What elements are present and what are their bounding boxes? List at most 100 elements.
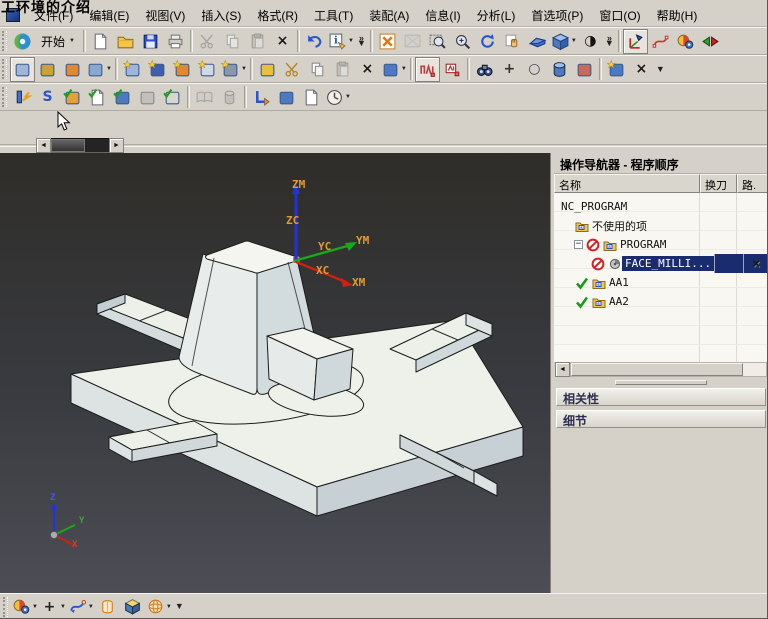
pan-view-button[interactable] <box>500 29 525 54</box>
tree-expander-icon[interactable]: − <box>574 240 583 249</box>
column-header-path[interactable]: 路. <box>737 174 768 193</box>
workpiece-clock-button[interactable]: ▼ <box>324 85 352 110</box>
delete-button[interactable]: × <box>270 29 295 54</box>
menu-装配(A)[interactable]: 装配(A) <box>361 7 417 25</box>
method-view-button[interactable] <box>572 57 597 82</box>
zoom-pane-button[interactable] <box>400 29 425 54</box>
chevron-down-icon[interactable]: ▼ <box>106 66 112 72</box>
cam-report-button[interactable] <box>299 85 324 110</box>
menu-帮助(H)[interactable]: 帮助(H) <box>649 7 706 25</box>
column-header-name[interactable]: 名称 <box>554 174 700 193</box>
hscroll-left-button[interactable]: ◄ <box>555 362 570 377</box>
create-operation-5-button[interactable]: ▼ <box>220 57 248 82</box>
toolbar-grip[interactable] <box>3 597 8 617</box>
navigator-row-AA2[interactable]: sAA2 <box>554 292 768 311</box>
menu-插入(S)[interactable]: 插入(S) <box>193 7 249 25</box>
chevron-down-icon[interactable]: ▼ <box>60 604 66 610</box>
chevron-down-icon[interactable]: ▼ <box>88 604 94 610</box>
shaded-display-button[interactable]: ▼ <box>550 29 578 54</box>
toolbar-grip[interactable] <box>2 59 7 79</box>
delete-object-button[interactable]: × <box>355 57 380 82</box>
splitter-handle-icon[interactable] <box>615 380 707 385</box>
menu-分析(L)[interactable]: 分析(L) <box>469 7 524 25</box>
cut-button[interactable] <box>195 29 220 54</box>
overflow-view-button[interactable]: »▼ <box>603 29 616 54</box>
delete-list-button[interactable]: × <box>629 57 654 82</box>
view-info-button[interactable]: i▼ <box>327 29 355 54</box>
navigator-row-AA1[interactable]: sAA1 <box>554 273 768 292</box>
navigator-row-NC_PROGRAM[interactable]: NC_PROGRAM <box>554 197 768 216</box>
navigator-row-FACE_MILLI...[interactable]: FACE_MILLI...× <box>554 254 768 273</box>
tool-display-button[interactable] <box>217 85 242 110</box>
overflow-snap-button[interactable]: ▼ <box>173 594 186 619</box>
scroll-left-button[interactable]: ◄ <box>36 138 51 153</box>
hscroll-track[interactable] <box>570 362 767 377</box>
zoom-box-button[interactable] <box>425 29 450 54</box>
view-orient-button[interactable]: ▼ <box>11 594 39 619</box>
paste-button[interactable] <box>245 29 270 54</box>
create-geometry-button[interactable] <box>60 57 85 82</box>
create-method-button[interactable]: ▼ <box>85 57 113 82</box>
replay-toolpath-button[interactable]: S <box>35 85 60 110</box>
menu-信息(I)[interactable]: 信息(I) <box>417 7 468 25</box>
chevron-down-icon[interactable]: ▼ <box>401 66 407 72</box>
create-operation-3-button[interactable] <box>170 57 195 82</box>
create-program-button[interactable] <box>10 57 35 82</box>
menu-视图(V)[interactable]: 视图(V) <box>137 7 193 25</box>
sketch-button[interactable] <box>648 29 673 54</box>
fit-view-button[interactable] <box>375 29 400 54</box>
roles-button[interactable] <box>673 29 698 54</box>
point-dialog-button[interactable]: +▼ <box>39 594 67 619</box>
chevron-down-icon[interactable]: ▼ <box>32 604 38 610</box>
display-mode-button[interactable]: ◑ <box>578 29 603 54</box>
overflow-std-button[interactable]: »▼ <box>355 29 368 54</box>
chevron-down-icon[interactable]: ▼ <box>348 38 354 44</box>
print-button[interactable] <box>163 29 188 54</box>
toolbar-grip[interactable] <box>2 87 7 107</box>
machine-simulation-button[interactable] <box>135 85 160 110</box>
shop-documentation-button[interactable] <box>274 85 299 110</box>
scrollbar-thumb[interactable] <box>51 139 85 152</box>
cut-object-button[interactable] <box>280 57 305 82</box>
plus-view-button[interactable]: + <box>497 57 522 82</box>
machine-tool-view-button[interactable] <box>440 57 465 82</box>
zoom-in-out-button[interactable] <box>450 29 475 54</box>
program-order-view-button[interactable] <box>415 57 440 82</box>
curve-point-button[interactable]: ▼ <box>67 594 95 619</box>
nx-logo-button[interactable] <box>10 29 35 54</box>
create-tool-button[interactable] <box>35 57 60 82</box>
orient-csys-button[interactable] <box>623 29 648 54</box>
graphics-viewport[interactable]: ZM ZC YM YC XC XM Z Y X <box>0 153 550 593</box>
hscroll-thumb[interactable] <box>571 363 743 376</box>
navigator-row-不使用的项[interactable]: s不使用的项 <box>554 216 768 235</box>
section-dependencies[interactable]: 相关性 <box>556 388 766 406</box>
copy-button[interactable] <box>220 29 245 54</box>
column-header-toolchange[interactable]: 换刀 <box>700 174 737 193</box>
save-file-button[interactable] <box>138 29 163 54</box>
edit-object-button[interactable] <box>255 57 280 82</box>
toolbar-overflow-scrollbar[interactable]: ◄ ► <box>36 138 124 153</box>
undo-button[interactable] <box>302 29 327 54</box>
simulate-toolpath-button[interactable] <box>110 85 135 110</box>
section-details[interactable]: 细节 <box>556 410 766 428</box>
create-operation-2-button[interactable] <box>145 57 170 82</box>
geometry-view-button[interactable] <box>547 57 572 82</box>
menu-工具(T)[interactable]: 工具(T) <box>306 7 361 25</box>
scroll-right-button[interactable]: ► <box>109 138 124 153</box>
list-toolpath-button[interactable] <box>85 85 110 110</box>
overflow-cam-button[interactable]: ▼ <box>654 57 667 82</box>
snap-orient-button[interactable] <box>698 29 723 54</box>
create-operation-1-button[interactable] <box>120 57 145 82</box>
circle-view-button[interactable]: ○ <box>522 57 547 82</box>
menu-首选项(P)[interactable]: 首选项(P) <box>523 7 591 25</box>
synchronize-button[interactable] <box>192 85 217 110</box>
chevron-down-icon[interactable]: ▼ <box>571 38 577 44</box>
snap-cube-button[interactable] <box>120 594 145 619</box>
toolbar-grip[interactable] <box>2 31 7 51</box>
generate-toolpath-button[interactable] <box>10 85 35 110</box>
paste-object-button[interactable] <box>330 57 355 82</box>
chevron-down-icon[interactable]: ▼ <box>345 94 351 100</box>
navigator-row-PROGRAM[interactable]: −sPROGRAM <box>554 235 768 254</box>
snap-cylinder-button[interactable] <box>95 594 120 619</box>
gouge-check-button[interactable] <box>160 85 185 110</box>
